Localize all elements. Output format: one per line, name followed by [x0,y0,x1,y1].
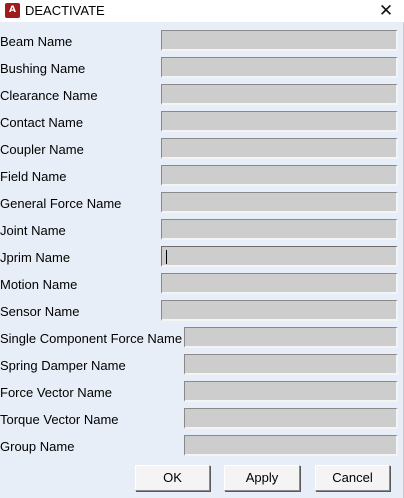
text-caret [166,250,167,264]
row-bushing-name: Bushing Name [0,56,404,83]
row-torque-vector-name: Torque Vector Name [0,407,404,434]
motion-name-label: Motion Name [0,277,78,292]
spring-damper-name-label: Spring Damper Name [0,358,126,373]
single-component-force-name-label: Single Component Force Name [0,331,183,346]
spring-damper-name-input[interactable] [184,354,398,375]
row-beam-name: Beam Name [0,29,404,56]
row-spring-damper-name: Spring Damper Name [0,353,404,380]
clearance-name-input[interactable] [161,84,398,105]
row-contact-name: Contact Name [0,110,404,137]
row-clearance-name: Clearance Name [0,83,404,110]
row-field-name: Field Name [0,164,404,191]
field-name-input[interactable] [161,165,398,186]
jprim-name-input[interactable] [161,246,398,267]
beam-name-input[interactable] [161,30,398,51]
contact-name-input[interactable] [161,111,398,132]
beam-name-label: Beam Name [0,34,73,49]
single-component-force-name-input[interactable] [184,327,398,348]
app-icon: A [5,3,20,18]
joint-name-label: Joint Name [0,223,66,238]
coupler-name-label: Coupler Name [0,142,84,157]
row-group-name: Group Name [0,434,404,461]
force-vector-name-input[interactable] [184,381,398,402]
bushing-name-input[interactable] [161,57,398,78]
contact-name-label: Contact Name [0,115,84,130]
coupler-name-input[interactable] [161,138,398,159]
field-name-label: Field Name [0,169,67,184]
row-force-vector-name: Force Vector Name [0,380,404,407]
cancel-button[interactable]: Cancel [315,465,390,491]
row-jprim-name: Jprim Name [0,245,404,272]
torque-vector-name-label: Torque Vector Name [0,412,119,427]
ok-button[interactable]: OK [135,465,210,491]
title-bar: A DEACTIVATE ✕ [0,0,404,22]
bushing-name-label: Bushing Name [0,61,86,76]
general-force-name-input[interactable] [161,192,398,213]
general-force-name-label: General Force Name [0,196,122,211]
row-single-component-force-name: Single Component Force Name [0,326,404,353]
joint-name-input[interactable] [161,219,398,240]
force-vector-name-label: Force Vector Name [0,385,112,400]
jprim-name-label: Jprim Name [0,250,71,265]
row-general-force-name: General Force Name [0,191,404,218]
row-coupler-name: Coupler Name [0,137,404,164]
sensor-name-label: Sensor Name [0,304,80,319]
torque-vector-name-input[interactable] [184,408,398,429]
sensor-name-input[interactable] [161,300,398,321]
clearance-name-label: Clearance Name [0,88,98,103]
row-sensor-name: Sensor Name [0,299,404,326]
deactivate-dialog: A DEACTIVATE ✕ Beam Name Bushing Name Cl… [0,0,404,498]
row-joint-name: Joint Name [0,218,404,245]
window-title: DEACTIVATE [25,3,105,18]
group-name-label: Group Name [0,439,75,454]
motion-name-input[interactable] [161,273,398,294]
apply-button[interactable]: Apply [224,465,300,491]
close-icon[interactable]: ✕ [376,1,396,21]
row-motion-name: Motion Name [0,272,404,299]
group-name-input[interactable] [184,435,398,456]
